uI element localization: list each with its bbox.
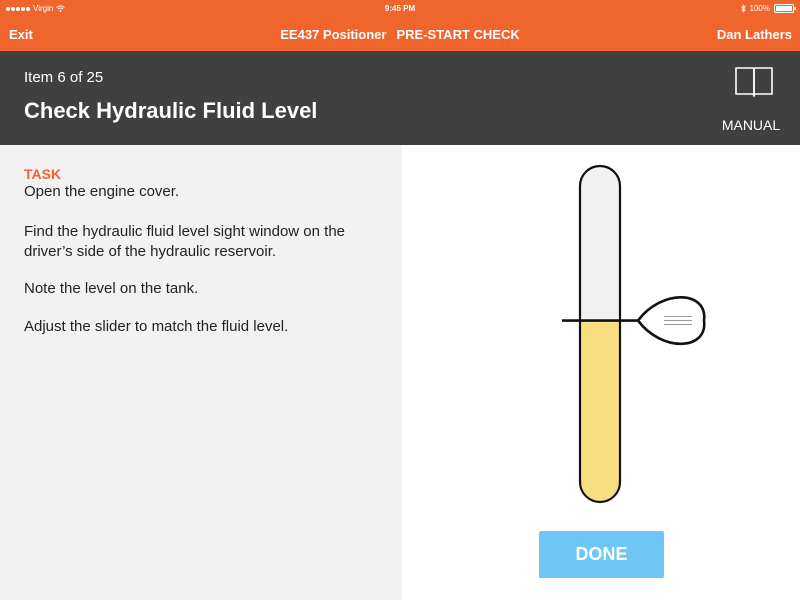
status-right: 100% (740, 4, 796, 13)
item-count: Item 6 of 25 (24, 69, 104, 86)
item-header: Item 6 of 25 Check Hydraulic Fluid Level… (0, 51, 800, 145)
task-step: Open the engine cover. (24, 183, 180, 200)
battery-percent: 100% (749, 4, 770, 13)
nav-title: EE437 Positioner PRE-START CHECK (0, 27, 800, 42)
task-heading: TASK (24, 166, 62, 182)
battery-icon (774, 4, 796, 13)
task-step: Adjust the slider to match the fluid lev… (24, 318, 289, 335)
gauge-panel: DONE (402, 145, 800, 600)
status-time: 9:45 PM (384, 4, 416, 13)
user-name: Dan Lathers (716, 27, 792, 42)
task-step: Find the hydraulic fluid level sight win… (24, 223, 346, 260)
check-name: PRE-START CHECK (396, 27, 520, 42)
fluid-gauge (562, 164, 706, 504)
gauge-fluid-fill (580, 320, 620, 502)
book-icon (735, 67, 773, 97)
exit-button[interactable]: Exit (9, 27, 33, 42)
done-button[interactable]: DONE (539, 531, 664, 578)
manual-label: MANUAL (721, 117, 781, 133)
equipment-name: EE437 Positioner (280, 27, 387, 42)
status-bar: Virgin 9:45 PM 100% (0, 0, 800, 18)
bluetooth-icon (740, 4, 746, 13)
nav-bar: Exit EE437 Positioner PRE-START CHECK Dan… (0, 18, 800, 51)
task-panel: TASK Open the engine cover. Find the hyd… (0, 145, 402, 600)
item-title: Check Hydraulic Fluid Level (24, 98, 318, 123)
task-step: Note the level on the tank. (24, 280, 199, 297)
manual-button[interactable]: MANUAL (716, 65, 786, 133)
